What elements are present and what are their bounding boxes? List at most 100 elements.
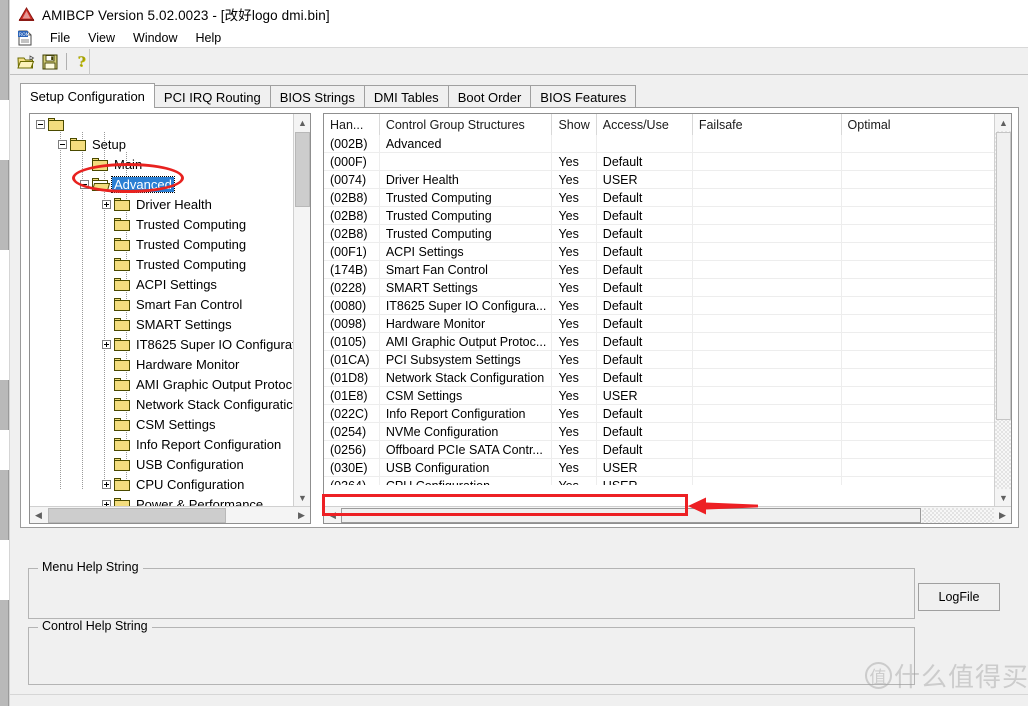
grid-cell-name[interactable]: Advanced xyxy=(380,135,553,153)
menu-item-help[interactable]: Help xyxy=(187,30,231,46)
grid-cell-show[interactable]: Yes xyxy=(552,459,597,477)
grid-cell-name[interactable]: Hardware Monitor xyxy=(380,315,553,333)
grid-cell-access[interactable]: Default xyxy=(597,207,693,225)
grid-cell-optimal[interactable] xyxy=(842,261,995,279)
grid-horizontal-scrollbar[interactable]: ◀ ▶ xyxy=(324,506,1011,523)
grid-cell-handle[interactable]: (02B8) xyxy=(324,189,380,207)
grid-row[interactable]: (0074) Driver Health Yes USER xyxy=(324,171,995,189)
tree-collapse-icon[interactable] xyxy=(80,179,89,189)
grid-row[interactable]: (174B) Smart Fan Control Yes Default xyxy=(324,261,995,279)
grid-cell-optimal[interactable] xyxy=(842,423,995,441)
grid-scroll-up-arrow[interactable]: ▲ xyxy=(995,114,1011,131)
grid-cell-handle[interactable]: (0074) xyxy=(324,171,380,189)
grid-cell-access[interactable]: Default xyxy=(597,243,693,261)
tab-dmi-tables[interactable]: DMI Tables xyxy=(363,85,449,108)
grid-cell-access[interactable]: Default xyxy=(597,315,693,333)
grid-cell-name[interactable]: Offboard PCIe SATA Contr... xyxy=(380,441,553,459)
grid-row[interactable]: (02B8) Trusted Computing Yes Default xyxy=(324,225,995,243)
grid-cell-access[interactable]: Default xyxy=(597,333,693,351)
menu-item-file[interactable]: File xyxy=(41,30,79,46)
tree-scroll-thumb[interactable] xyxy=(295,132,310,207)
tab-setup-configuration[interactable]: Setup Configuration xyxy=(20,83,155,108)
grid-cell-name[interactable]: SMART Settings xyxy=(380,279,553,297)
grid-cell-failsafe[interactable] xyxy=(693,243,842,261)
grid-cell-optimal[interactable] xyxy=(842,333,995,351)
grid-cell-failsafe[interactable] xyxy=(693,315,842,333)
grid-cell-name[interactable]: Smart Fan Control xyxy=(380,261,553,279)
grid-cell-name[interactable]: Info Report Configuration xyxy=(380,405,553,423)
grid-cell-access[interactable]: USER xyxy=(597,387,693,405)
grid-column-header-failsafe[interactable]: Failsafe xyxy=(692,114,842,135)
grid-cell-access[interactable]: Default xyxy=(597,441,693,459)
grid-cell-access[interactable]: Default xyxy=(597,369,693,387)
grid-cell-name[interactable]: PCI Subsystem Settings xyxy=(380,351,553,369)
tab-bios-strings[interactable]: BIOS Strings xyxy=(269,85,365,108)
menu-item-window[interactable]: Window xyxy=(124,30,186,46)
grid-row[interactable]: (02B8) Trusted Computing Yes Default xyxy=(324,207,995,225)
grid-cell-access[interactable]: Default xyxy=(597,189,693,207)
grid-cell-optimal[interactable] xyxy=(842,207,995,225)
grid-cell-show[interactable]: Yes xyxy=(552,171,597,189)
tree-item-trusted-computing[interactable]: Trusted Computing xyxy=(30,214,248,234)
grid-cell-show[interactable]: Yes xyxy=(552,387,597,405)
grid-cell-name[interactable]: CPU Configuration xyxy=(380,477,553,485)
grid-cell-handle[interactable]: (174B) xyxy=(324,261,380,279)
setup-tree-view[interactable]: Setup Main Advanced Driver Health Trusted Co… xyxy=(29,113,311,524)
grid-cell-show[interactable]: Yes xyxy=(552,405,597,423)
grid-cell-handle[interactable]: (01CA) xyxy=(324,351,380,369)
grid-cell-show[interactable]: Yes xyxy=(552,333,597,351)
grid-cell-optimal[interactable] xyxy=(842,171,995,189)
grid-scroll-right-arrow[interactable]: ▶ xyxy=(994,507,1011,523)
grid-hscroll-thumb[interactable] xyxy=(341,508,921,523)
grid-cell-name[interactable]: CSM Settings xyxy=(380,387,553,405)
grid-column-header-control-group-structures[interactable]: Control Group Structures xyxy=(379,114,553,135)
grid-row[interactable]: (0105) AMI Graphic Output Protoc... Yes Def… xyxy=(324,333,995,351)
help-button[interactable]: ? ? xyxy=(71,51,95,73)
grid-cell-failsafe[interactable] xyxy=(693,207,842,225)
tab-boot-order[interactable]: Boot Order xyxy=(447,85,532,108)
grid-cell-name[interactable]: ACPI Settings xyxy=(380,243,553,261)
grid-cell-show[interactable]: Yes xyxy=(552,369,597,387)
grid-cell-handle[interactable]: (002B) xyxy=(324,135,380,153)
grid-column-header-han[interactable]: Han... xyxy=(324,114,380,135)
grid-row[interactable]: (01E8) CSM Settings Yes USER xyxy=(324,387,995,405)
grid-row[interactable]: (01CA) PCI Subsystem Settings Yes Default xyxy=(324,351,995,369)
grid-cell-show[interactable]: Yes xyxy=(552,243,597,261)
grid-cell-handle[interactable]: (0105) xyxy=(324,333,380,351)
grid-cell-optimal[interactable] xyxy=(842,351,995,369)
tree-item-csm-settings[interactable]: CSM Settings xyxy=(30,414,217,434)
grid-row[interactable]: (0098) Hardware Monitor Yes Default xyxy=(324,315,995,333)
grid-scroll-thumb[interactable] xyxy=(996,132,1011,420)
tree-item-advanced[interactable]: Advanced xyxy=(30,174,175,194)
grid-cell-show[interactable]: Yes xyxy=(552,297,597,315)
grid-cell-handle[interactable]: (030E) xyxy=(324,459,380,477)
tree-item-smart-settings[interactable]: SMART Settings xyxy=(30,314,234,334)
tree-collapse-icon[interactable] xyxy=(36,119,45,129)
tree-item-acpi-settings[interactable]: ACPI Settings xyxy=(30,274,219,294)
tree-scroll-up-arrow[interactable]: ▲ xyxy=(294,114,310,131)
grid-row[interactable]: (01D8) Network Stack Configuration Yes Defa… xyxy=(324,369,995,387)
grid-cell-failsafe[interactable] xyxy=(693,351,842,369)
grid-cell-show[interactable] xyxy=(552,135,597,153)
grid-cell-name[interactable]: IT8625 Super IO Configura... xyxy=(380,297,553,315)
grid-cell-handle[interactable]: (0098) xyxy=(324,315,380,333)
grid-cell-failsafe[interactable] xyxy=(693,423,842,441)
grid-cell-access[interactable]: Default xyxy=(597,225,693,243)
grid-cell-failsafe[interactable] xyxy=(693,387,842,405)
tree-hscroll-thumb[interactable] xyxy=(48,508,226,523)
tree-item-hardware-monitor[interactable]: Hardware Monitor xyxy=(30,354,241,374)
grid-cell-failsafe[interactable] xyxy=(693,225,842,243)
grid-vertical-scrollbar[interactable]: ▲ ▼ xyxy=(994,114,1011,506)
grid-cell-failsafe[interactable] xyxy=(693,333,842,351)
grid-cell-failsafe[interactable] xyxy=(693,135,842,153)
grid-cell-optimal[interactable] xyxy=(842,405,995,423)
grid-cell-access[interactable]: Default xyxy=(597,153,693,171)
menu-help-string-field[interactable] xyxy=(30,578,913,617)
grid-cell-name[interactable]: AMI Graphic Output Protoc... xyxy=(380,333,553,351)
grid-cell-show[interactable]: Yes xyxy=(552,279,597,297)
grid-row[interactable]: (02B8) Trusted Computing Yes Default xyxy=(324,189,995,207)
tree-item-power-performance[interactable]: Power & Performance xyxy=(30,494,265,506)
grid-cell-show[interactable]: Yes xyxy=(552,153,597,171)
grid-cell-optimal[interactable] xyxy=(842,225,995,243)
grid-row[interactable]: (022C) Info Report Configuration Yes Defaul… xyxy=(324,405,995,423)
